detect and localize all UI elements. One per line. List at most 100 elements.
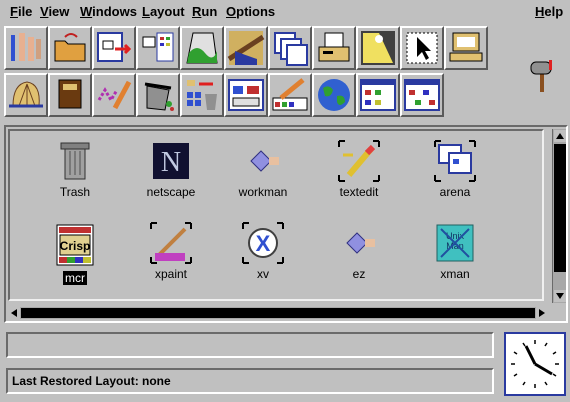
- printer-icon: [318, 32, 350, 62]
- horizontal-scroll-thumb[interactable]: [21, 308, 535, 318]
- desktop-icon-mcr[interactable]: Crisp mcr: [30, 221, 120, 291]
- desktop-icon-ez[interactable]: ez: [314, 221, 404, 291]
- menu-layout-label: Layout: [142, 4, 185, 19]
- menu-view-label: View: [40, 4, 70, 19]
- toolbar-window-arrow-button[interactable]: [92, 26, 136, 70]
- toolbar-terminal-button[interactable]: [444, 26, 488, 70]
- menu-run-label: Run: [192, 4, 218, 19]
- desktop-icon-netscape[interactable]: N netscape: [126, 139, 216, 209]
- desktop-icon-label: xv: [257, 267, 269, 281]
- scroll-left-arrow-icon[interactable]: [8, 307, 20, 319]
- menu-layout[interactable]: Layout: [142, 4, 185, 19]
- toolbar-workspace-button[interactable]: [400, 73, 444, 117]
- menu-file-label: File: [10, 4, 33, 19]
- menu-bar: File View Windows Layout Run Options Hel…: [0, 0, 570, 24]
- toolbar-tools-button[interactable]: [4, 26, 48, 70]
- folder-open-icon: [54, 33, 86, 62]
- workspace-panel: Trash N netscape workman textedit arena …: [4, 125, 568, 323]
- tools-icon: [11, 33, 41, 61]
- textedit-icon: [338, 140, 380, 182]
- xpaint-icon: [150, 222, 192, 264]
- desktop-icon-trash[interactable]: Trash: [30, 139, 120, 209]
- desktop-icon-arena[interactable]: arena: [410, 139, 500, 209]
- layout-status-text: Last Restored Layout: none: [12, 374, 171, 388]
- status-message-field: [6, 332, 494, 358]
- desktop-icon-workman[interactable]: workman: [218, 139, 308, 209]
- toolbar-pencil-draw-button[interactable]: [92, 73, 136, 117]
- mailbox-icon[interactable]: [527, 58, 559, 92]
- toolbar: [4, 26, 488, 120]
- desktop-icon-label: textedit: [339, 185, 379, 199]
- vertical-scrollbar[interactable]: [552, 129, 566, 303]
- clock-icon[interactable]: [504, 332, 566, 396]
- menu-view[interactable]: View: [40, 4, 69, 19]
- desktop-icon-label: Trash: [59, 185, 91, 199]
- toolbar-book-button[interactable]: [48, 73, 92, 117]
- painting-icon: [227, 31, 265, 65]
- desktop-icon-textedit[interactable]: textedit: [314, 139, 404, 209]
- menu-options[interactable]: Options: [226, 4, 275, 19]
- globe-icon: [318, 79, 350, 111]
- desktop-panel-icon: [360, 79, 396, 111]
- desktop-icon-label: workman: [238, 185, 288, 199]
- toolbar-painting-button[interactable]: [224, 26, 268, 70]
- trash-recycle-icon: [144, 82, 174, 111]
- svg-text:N: N: [161, 147, 181, 178]
- toolbar-folder-button[interactable]: [48, 26, 92, 70]
- mcr-icon: Crisp: [56, 224, 94, 266]
- seashell-icon: [9, 81, 43, 108]
- toolbar-globe-button[interactable]: [312, 73, 356, 117]
- menu-file[interactable]: File: [10, 4, 32, 19]
- toolbar-desktop-panel-button[interactable]: [356, 73, 400, 117]
- horizontal-scrollbar[interactable]: [8, 307, 548, 319]
- vertical-scroll-thumb[interactable]: [554, 144, 566, 272]
- app-list-icon: [142, 32, 174, 62]
- menu-windows[interactable]: Windows: [80, 4, 137, 19]
- scroll-up-arrow-icon[interactable]: [554, 130, 566, 142]
- desktop-icon-xman[interactable]: Unix Man xman: [410, 221, 500, 291]
- toolbar-printer-button[interactable]: [312, 26, 356, 70]
- xv-icon: X: [242, 222, 284, 264]
- desktop-icon-label: ez: [352, 267, 366, 281]
- menu-windows-label: Windows: [80, 4, 137, 19]
- toolbar-layout-editor-button[interactable]: [224, 73, 268, 117]
- toolbar-keys-button[interactable]: [180, 73, 224, 117]
- multiple-windows-icon: [274, 32, 308, 66]
- netscape-icon: N: [153, 143, 189, 179]
- toolbar-seashell-button[interactable]: [4, 73, 48, 117]
- desktop-icon-label: xman: [440, 267, 470, 281]
- workspace-icon: [404, 79, 440, 111]
- terminal-icon: [449, 32, 483, 62]
- toolbar-map-button[interactable]: [180, 26, 224, 70]
- toolbar-lamp-button[interactable]: [356, 26, 400, 70]
- keys-icon: [187, 80, 217, 110]
- desktop-icon-label: mcr: [63, 271, 87, 285]
- scroll-down-arrow-icon[interactable]: [554, 290, 566, 302]
- menu-run[interactable]: Run: [192, 4, 217, 19]
- crisp-badge-text: Crisp: [60, 239, 91, 253]
- toolbar-windows-button[interactable]: [268, 26, 312, 70]
- layout-status-field: Last Restored Layout: none: [6, 368, 494, 394]
- pencil-draw-icon: [97, 80, 132, 110]
- desktop-icon-xpaint[interactable]: xpaint: [126, 221, 216, 291]
- ez-icon: [346, 232, 375, 254]
- arena-icon: [434, 140, 476, 182]
- desktop-icon-xv[interactable]: X xv: [218, 221, 308, 291]
- book-icon: [58, 79, 82, 109]
- toolbar-app-list-button[interactable]: [136, 26, 180, 70]
- window-arrow-icon: [97, 32, 132, 62]
- desktop-icon-label: xpaint: [154, 267, 188, 281]
- workman-icon: [250, 150, 279, 172]
- map-icon: [186, 32, 218, 64]
- scroll-right-arrow-icon[interactable]: [536, 307, 548, 319]
- lamp-icon: [361, 31, 395, 65]
- layout-editor-icon: [228, 79, 264, 111]
- menu-options-label: Options: [226, 4, 276, 19]
- cursor-icon: [406, 32, 438, 64]
- palette-pencil-icon: [272, 78, 308, 111]
- menu-help[interactable]: Help: [535, 4, 563, 19]
- toolbar-cursor-button[interactable]: [400, 26, 444, 70]
- trash-icon: [60, 142, 90, 180]
- toolbar-trash-button[interactable]: [136, 73, 180, 117]
- toolbar-palette-pencil-button[interactable]: [268, 73, 312, 117]
